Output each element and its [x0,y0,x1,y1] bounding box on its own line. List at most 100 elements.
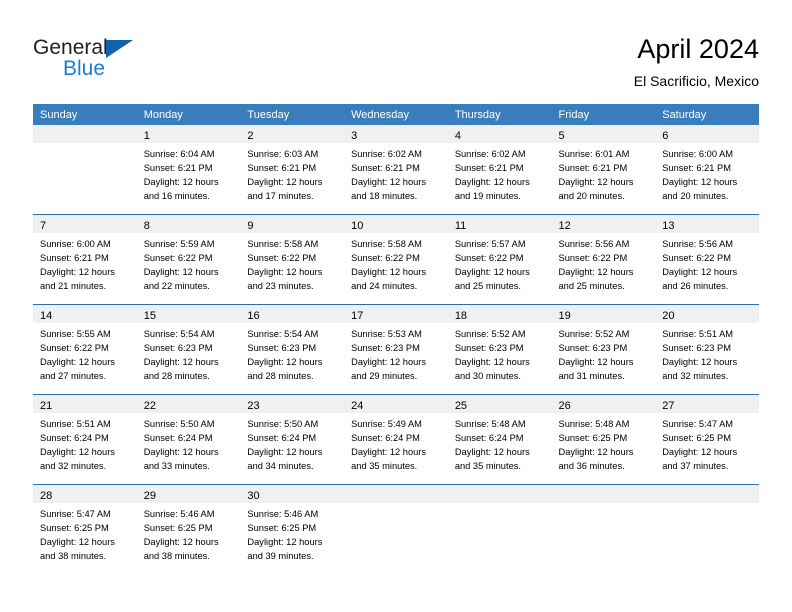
daylight-text-line1: Daylight: 12 hours [247,177,323,188]
day-cell[interactable]: 20 Sunrise: 5:51 AM Sunset: 6:23 PM Dayligh… [655,304,759,395]
day-cell[interactable] [655,484,759,574]
day-cell[interactable]: 18 Sunrise: 5:52 AM Sunset: 6:23 PM Dayligh… [447,304,552,395]
day-cell[interactable]: 29 Sunrise: 5:46 AM Sunset: 6:25 PM Dayligh… [136,484,241,574]
sunrise-text: Sunrise: 5:51 AM [662,329,734,339]
sunrise-text: Sunrise: 5:54 AM [247,329,319,339]
day-cell[interactable]: 25 Sunrise: 5:48 AM Sunset: 6:24 PM Dayligh… [447,394,552,485]
day-cell[interactable]: 22 Sunrise: 5:50 AM Sunset: 6:24 PM Dayligh… [136,394,241,485]
daylight-text-line1: Daylight: 12 hours [40,357,115,368]
general-blue-logo[interactable]: General Blue [33,36,173,86]
daylight-text-line1: Daylight: 12 hours [247,357,323,368]
day-cell[interactable]: 3 Sunrise: 6:02 AM Sunset: 6:21 PM Daylight… [344,125,448,215]
page-header: General Blue April 2024 El Sacrificio, M… [0,0,792,100]
calendar-week-row: 7 Sunrise: 6:00 AM Sunset: 6:21 PM Daylight… [33,214,759,305]
sunrise-text: Sunrise: 5:46 AM [247,509,319,519]
sunset-text: Sunset: 6:21 PM [454,163,524,174]
day-number: 5 [558,130,565,142]
day-cell[interactable]: 23 Sunrise: 5:50 AM Sunset: 6:24 PM Dayligh… [240,394,345,485]
daylight-text-line2: and 32 minutes. [40,461,107,472]
day-cell[interactable]: 17 Sunrise: 5:53 AM Sunset: 6:23 PM Dayligh… [344,304,448,395]
daylight-text-line2: and 21 minutes. [40,281,107,292]
day-number: 22 [143,400,156,412]
day-number: 6 [662,130,669,142]
weekday-header-wednesday: Wednesday [344,104,448,125]
daylight-text-line1: Daylight: 12 hours [454,267,530,278]
day-cell[interactable]: 2 Sunrise: 6:03 AM Sunset: 6:21 PM Daylight… [240,125,345,215]
day-number: 7 [40,220,47,232]
day-cell[interactable]: 11 Sunrise: 5:57 AM Sunset: 6:22 PM Dayligh… [447,214,552,305]
day-cell[interactable]: 8 Sunrise: 5:59 AM Sunset: 6:22 PM Daylight… [136,214,241,305]
day-details: Sunrise: 5:51 AM Sunset: 6:23 PM Daylight:… [655,323,759,383]
daylight-text-line2: and 38 minutes. [143,551,210,562]
day-cell[interactable]: 12 Sunrise: 5:56 AM Sunset: 6:22 PM Dayligh… [551,214,656,305]
calendar-body: 1 Sunrise: 6:04 AM Sunset: 6:21 PM Daylight… [33,125,759,574]
sunset-text: Sunset: 6:21 PM [247,163,317,174]
daylight-text-line2: and 26 minutes. [662,281,729,292]
weekday-header-monday: Monday [136,104,241,125]
day-cell[interactable]: 4 Sunrise: 6:02 AM Sunset: 6:21 PM Daylight… [447,125,552,215]
daylight-text-line2: and 38 minutes. [40,551,107,562]
daylight-text-line1: Daylight: 12 hours [40,447,115,458]
day-cell[interactable]: 19 Sunrise: 5:52 AM Sunset: 6:23 PM Dayligh… [551,304,656,395]
weekday-header-sunday: Sunday [33,104,137,125]
day-cell[interactable]: 27 Sunrise: 5:47 AM Sunset: 6:25 PM Dayligh… [655,394,759,485]
sunset-text: Sunset: 6:21 PM [351,163,420,174]
day-details: Sunrise: 5:48 AM Sunset: 6:25 PM Daylight:… [552,413,656,473]
day-cell[interactable]: 13 Sunrise: 5:56 AM Sunset: 6:22 PM Dayligh… [655,214,759,305]
sunset-text: Sunset: 6:25 PM [40,523,109,534]
day-cell[interactable] [344,484,448,574]
day-number: 1 [143,130,150,142]
sunset-text: Sunset: 6:23 PM [143,343,213,354]
day-number: 8 [143,220,150,232]
day-details: Sunrise: 5:48 AM Sunset: 6:24 PM Daylight:… [448,413,552,473]
day-cell[interactable]: 5 Sunrise: 6:01 AM Sunset: 6:21 PM Daylight… [551,125,656,215]
day-number: 10 [351,220,364,232]
day-cell[interactable]: 24 Sunrise: 5:49 AM Sunset: 6:24 PM Dayligh… [344,394,448,485]
sunrise-text: Sunrise: 5:58 AM [247,239,319,249]
sunset-text: Sunset: 6:21 PM [143,163,213,174]
weekday-header-tuesday: Tuesday [240,104,345,125]
day-cell[interactable]: 10 Sunrise: 5:58 AM Sunset: 6:22 PM Dayligh… [344,214,448,305]
day-cell[interactable]: 30 Sunrise: 5:46 AM Sunset: 6:25 PM Dayligh… [240,484,345,574]
day-cell[interactable]: 26 Sunrise: 5:48 AM Sunset: 6:25 PM Dayligh… [551,394,656,485]
sunrise-text: Sunrise: 5:47 AM [662,419,734,429]
day-details: Sunrise: 5:57 AM Sunset: 6:22 PM Daylight:… [448,233,552,293]
daylight-text-line1: Daylight: 12 hours [454,447,530,458]
title-block: April 2024 El Sacrificio, Mexico [634,33,759,91]
daylight-text-line2: and 16 minutes. [143,191,210,202]
day-cell[interactable]: 16 Sunrise: 5:54 AM Sunset: 6:23 PM Dayligh… [240,304,345,395]
day-cell[interactable]: 1 Sunrise: 6:04 AM Sunset: 6:21 PM Daylight… [136,125,241,215]
daylight-text-line2: and 28 minutes. [247,371,314,382]
calendar-week-row: 14 Sunrise: 5:55 AM Sunset: 6:22 PM Dayligh… [33,304,759,395]
day-number: 24 [351,400,364,412]
day-details: Sunrise: 6:03 AM Sunset: 6:21 PM Daylight:… [240,143,344,203]
day-number: 19 [558,310,571,322]
sunrise-text: Sunrise: 6:03 AM [247,149,319,159]
day-cell[interactable] [447,484,552,574]
day-cell[interactable]: 9 Sunrise: 5:58 AM Sunset: 6:22 PM Daylight… [240,214,345,305]
sunset-text: Sunset: 6:21 PM [662,163,731,174]
sunrise-text: Sunrise: 5:55 AM [40,329,111,339]
day-cell[interactable]: 28 Sunrise: 5:47 AM Sunset: 6:25 PM Dayligh… [33,484,137,574]
day-cell[interactable] [551,484,656,574]
day-number: 23 [247,400,260,412]
day-cell[interactable]: 21 Sunrise: 5:51 AM Sunset: 6:24 PM Dayligh… [33,394,137,485]
day-cell[interactable]: 6 Sunrise: 6:00 AM Sunset: 6:21 PM Daylight… [655,125,759,215]
day-details: Sunrise: 5:46 AM Sunset: 6:25 PM Daylight:… [137,503,241,563]
day-cell[interactable]: 7 Sunrise: 6:00 AM Sunset: 6:21 PM Daylight… [33,214,137,305]
daylight-text-line1: Daylight: 12 hours [40,267,115,278]
day-number: 12 [558,220,571,232]
day-cell[interactable]: 14 Sunrise: 5:55 AM Sunset: 6:22 PM Dayligh… [33,304,137,395]
day-details: Sunrise: 5:56 AM Sunset: 6:22 PM Daylight:… [552,233,656,293]
day-cell[interactable]: 15 Sunrise: 5:54 AM Sunset: 6:23 PM Dayligh… [136,304,241,395]
sunrise-text: Sunrise: 5:54 AM [143,329,215,339]
day-details [552,503,656,507]
sunrise-text: Sunrise: 6:00 AM [40,239,111,249]
daylight-text-line1: Daylight: 12 hours [454,177,530,188]
day-details: Sunrise: 5:47 AM Sunset: 6:25 PM Daylight:… [655,413,759,473]
day-cell[interactable] [33,125,137,215]
day-details: Sunrise: 5:58 AM Sunset: 6:22 PM Daylight:… [344,233,448,293]
daylight-text-line1: Daylight: 12 hours [662,357,738,368]
day-number: 17 [351,310,364,322]
sunset-text: Sunset: 6:23 PM [247,343,317,354]
